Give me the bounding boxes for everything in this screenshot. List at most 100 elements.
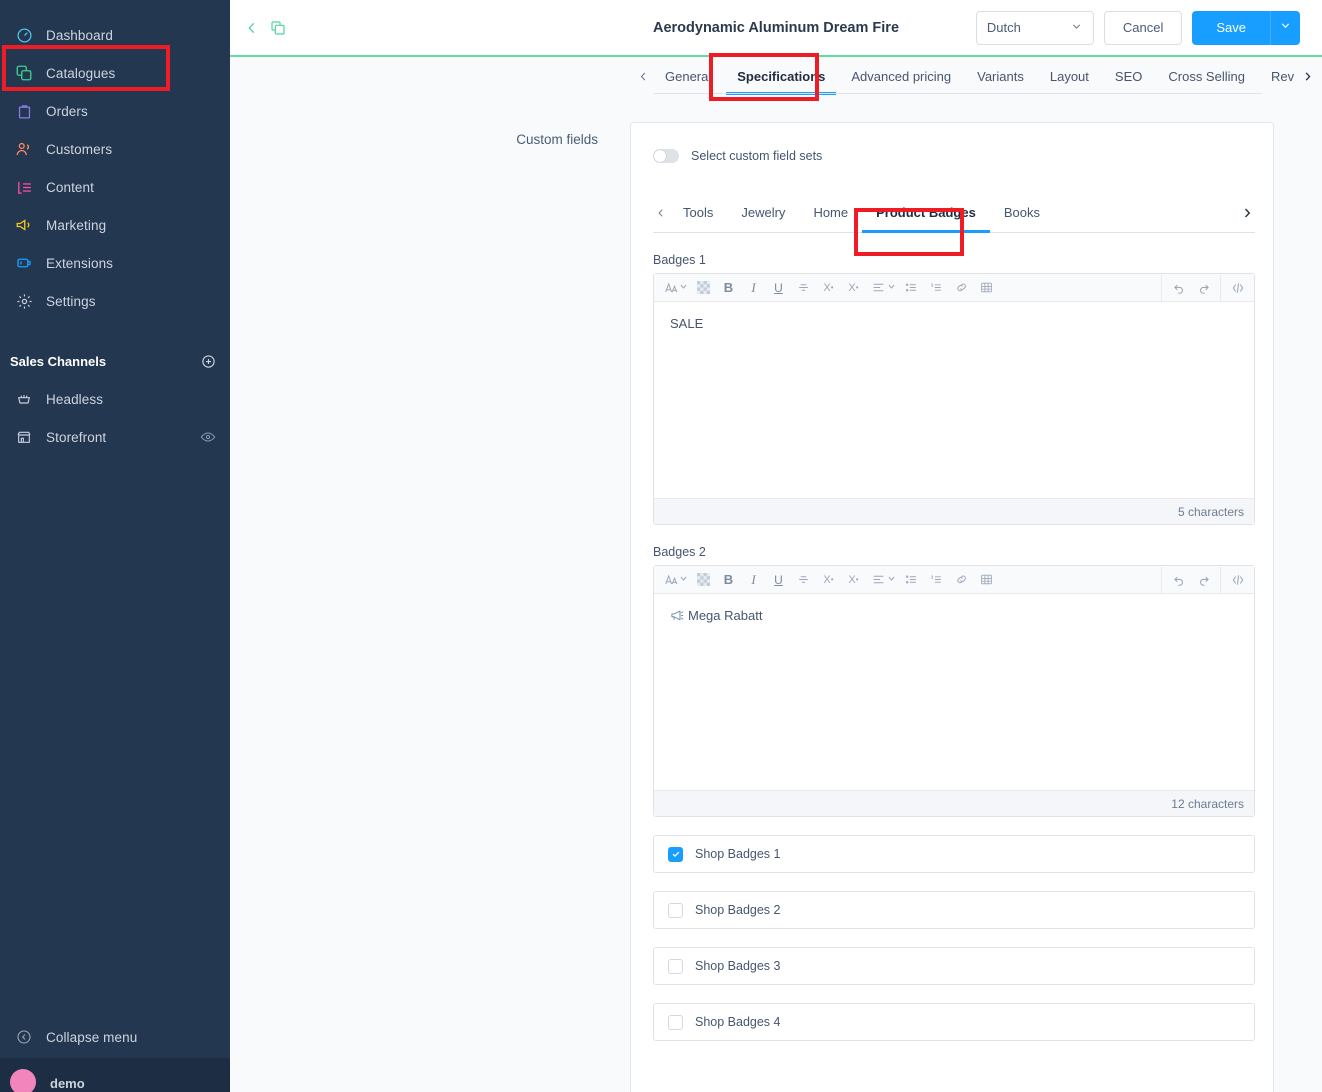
chevron-down-icon[interactable] <box>679 574 688 585</box>
sidebar-item-orders[interactable]: Orders <box>0 92 230 130</box>
tab-cross-selling[interactable]: Cross Selling <box>1155 57 1258 95</box>
bullet-list-icon[interactable] <box>899 567 924 593</box>
strikethrough-icon[interactable] <box>791 275 816 301</box>
save-button[interactable]: Save <box>1192 10 1270 45</box>
eye-icon[interactable] <box>200 429 216 445</box>
toolbar-divider <box>1220 274 1221 301</box>
badges-2-editor[interactable]: B I U X • X • Mega Rabatt 12 characters <box>653 565 1255 817</box>
language-select[interactable]: Dutch <box>975 10 1094 45</box>
tab-label: Specifications <box>737 68 826 84</box>
table-icon[interactable] <box>974 275 999 301</box>
topbar-left <box>230 20 560 36</box>
sidebar-item-extensions[interactable]: Extensions <box>0 244 230 282</box>
language-select-value: Dutch <box>986 20 1021 35</box>
checkbox-shop-badges-1[interactable] <box>668 846 683 862</box>
source-code-icon[interactable] <box>1225 567 1250 593</box>
tab-general[interactable]: General <box>652 57 724 95</box>
save-button-group[interactable]: Save <box>1192 10 1300 45</box>
sidebar-item-headless[interactable]: Headless <box>0 380 230 418</box>
chevron-left-icon[interactable] <box>244 20 260 36</box>
checkbox-row-shop-badges-3[interactable]: Shop Badges 3 <box>653 947 1255 985</box>
checkbox-shop-badges-4[interactable] <box>668 1014 683 1030</box>
toolbar-divider <box>1161 566 1162 593</box>
sidebar-item-dashboard[interactable]: Dashboard <box>0 16 230 54</box>
table-icon[interactable] <box>974 567 999 593</box>
sidebar-item-label: Marketing <box>46 217 107 233</box>
badges-2-editor-body[interactable]: Mega Rabatt <box>654 594 1254 790</box>
custom-field-sets-toggle-row[interactable]: Select custom field sets <box>653 149 1255 163</box>
bold-icon[interactable]: B <box>716 567 741 593</box>
collapse-menu-button[interactable]: Collapse menu <box>0 1016 230 1058</box>
tab-specifications[interactable]: Specifications <box>724 57 838 95</box>
plus-circle-icon[interactable] <box>201 354 216 369</box>
subtab-tools[interactable]: Tools <box>669 193 727 232</box>
sidebar-item-catalogues[interactable]: Catalogues <box>0 54 230 92</box>
tab-label: Rev <box>1270 68 1295 84</box>
badges-1-editor-body[interactable]: SALE <box>654 302 1254 498</box>
sidebar-item-storefront[interactable]: Storefront <box>0 418 230 456</box>
underline-icon[interactable]: U <box>766 567 791 593</box>
checkbox-row-shop-badges-2[interactable]: Shop Badges 2 <box>653 891 1255 929</box>
checkbox-row-shop-badges-1[interactable]: Shop Badges 1 <box>653 835 1255 873</box>
badges-1-editor[interactable]: B I U X • X • SALE 5 characters <box>653 273 1255 525</box>
source-code-icon[interactable] <box>1225 275 1250 301</box>
subtab-books[interactable]: Books <box>990 193 1054 232</box>
subscript-icon[interactable]: X • <box>841 567 866 593</box>
bold-icon[interactable]: B <box>716 275 741 301</box>
user-profile-row[interactable]: demo <box>0 1058 230 1092</box>
tab-variants[interactable]: Variants <box>964 57 1037 95</box>
numbered-list-icon[interactable] <box>924 275 949 301</box>
tab-seo[interactable]: SEO <box>1102 57 1155 95</box>
chevron-down-icon[interactable] <box>679 282 688 293</box>
chevron-down-icon[interactable] <box>887 574 896 585</box>
chevron-down-icon <box>1070 20 1083 36</box>
badges-2-label: Badges 2 <box>653 545 706 559</box>
editor-toolbar: B I U X • X • <box>654 274 1254 302</box>
color-picker-icon[interactable] <box>691 567 716 593</box>
tab-reviews[interactable]: Rev <box>1258 57 1298 95</box>
link-icon[interactable] <box>949 275 974 301</box>
redo-icon[interactable] <box>1191 567 1216 593</box>
superscript-icon[interactable]: X • <box>816 567 841 593</box>
superscript-icon[interactable]: X • <box>816 275 841 301</box>
subscript-icon[interactable]: X • <box>841 275 866 301</box>
sidebar-item-settings[interactable]: Settings <box>0 282 230 320</box>
dashboard-icon <box>10 24 38 46</box>
checkbox-row-shop-badges-4[interactable]: Shop Badges 4 <box>653 1003 1255 1041</box>
italic-icon[interactable]: I <box>741 567 766 593</box>
subtabs-prev-icon[interactable] <box>653 208 669 218</box>
subtab-home[interactable]: Home <box>799 193 862 232</box>
tabs-next-icon[interactable] <box>1298 71 1316 82</box>
checkbox-shop-badges-3[interactable] <box>668 958 683 974</box>
color-picker-icon[interactable] <box>691 275 716 301</box>
save-dropdown-button[interactable] <box>1270 10 1300 45</box>
sidebar-item-content[interactable]: Content <box>0 168 230 206</box>
sidebar-item-customers[interactable]: Customers <box>0 130 230 168</box>
custom-fields-panel: Select custom field sets Tools Jewelry H… <box>630 122 1274 1092</box>
avatar <box>10 1069 36 1092</box>
numbered-list-icon[interactable] <box>924 567 949 593</box>
custom-field-sets-toggle[interactable] <box>653 149 679 163</box>
strikethrough-icon[interactable] <box>791 567 816 593</box>
subtab-product-badges[interactable]: Product Badges <box>862 193 990 233</box>
subtab-jewelry[interactable]: Jewelry <box>727 193 799 232</box>
subtab-label: Home <box>813 205 849 220</box>
link-icon[interactable] <box>949 567 974 593</box>
undo-icon[interactable] <box>1166 275 1191 301</box>
chevron-down-icon[interactable] <box>887 282 896 293</box>
tab-layout[interactable]: Layout <box>1037 57 1102 95</box>
checkbox-label: Shop Badges 2 <box>695 903 781 917</box>
subtabs-next-icon[interactable] <box>1239 207 1255 219</box>
underline-icon[interactable]: U <box>766 275 791 301</box>
sidebar-item-marketing[interactable]: Marketing <box>0 206 230 244</box>
bullet-list-icon[interactable] <box>899 275 924 301</box>
redo-icon[interactable] <box>1191 275 1216 301</box>
cancel-button[interactable]: Cancel <box>1103 10 1183 45</box>
italic-icon[interactable]: I <box>741 275 766 301</box>
tabs-prev-icon[interactable] <box>634 71 652 82</box>
topbar: Aerodynamic Aluminum Dream Fire Dutch Ca… <box>230 0 1322 57</box>
tab-advanced-pricing[interactable]: Advanced pricing <box>838 57 964 95</box>
checkbox-shop-badges-2[interactable] <box>668 902 683 918</box>
duplicate-icon[interactable] <box>270 20 286 36</box>
undo-icon[interactable] <box>1166 567 1191 593</box>
